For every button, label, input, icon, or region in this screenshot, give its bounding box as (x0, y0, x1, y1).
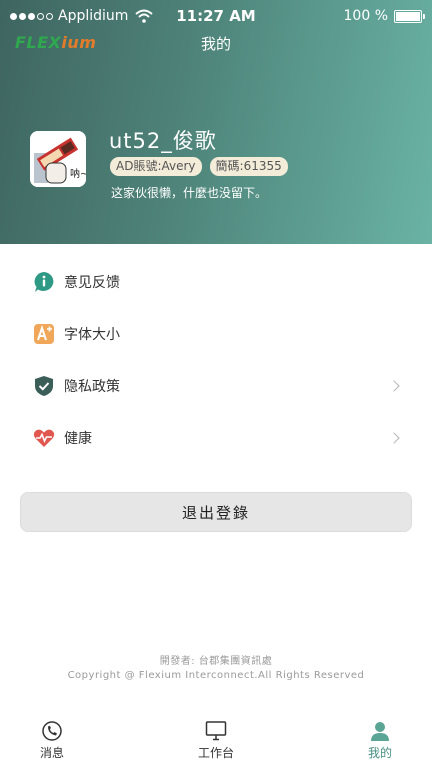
menu-label-font-size: 字体大小 (64, 327, 120, 343)
person-icon (371, 722, 389, 741)
menu-item-health[interactable]: 健康 (0, 412, 432, 464)
username: ut52_俊歌 (109, 129, 217, 153)
battery-icon (394, 9, 425, 23)
avatar-image: 呐~ (30, 131, 86, 187)
page-title: 我的 (200, 35, 231, 53)
font-size-icon (33, 323, 55, 345)
svg-text:呐~: 呐~ (70, 167, 86, 180)
tab-workbench[interactable]: 工作台 (164, 710, 268, 768)
tab-mine[interactable]: 我的 (328, 710, 432, 768)
battery-info: 100 % (343, 8, 425, 24)
tab-label-workbench: 工作台 (197, 746, 234, 760)
menu-label-feedback: 意见反馈 (64, 275, 120, 291)
chevron-right-icon (388, 432, 400, 444)
tab-bar: 消息 工作台 我的 (0, 710, 432, 768)
battery-percent: 100 % (343, 8, 388, 24)
menu-item-font-size[interactable]: 字体大小 (0, 308, 432, 360)
logout-button[interactable]: 退出登錄 (20, 492, 412, 532)
monitor-icon (205, 721, 227, 741)
heart-pulse-icon (33, 427, 55, 449)
user-bio: 这家伙很懒，什麼也没留下。 (111, 186, 268, 200)
tab-label-mine: 我的 (367, 746, 392, 760)
status-bar: Applidium 11:27 AM 100 % (0, 0, 432, 32)
chevron-right-icon (388, 380, 400, 392)
chat-icon (42, 721, 62, 741)
menu-item-privacy[interactable]: 隐私政策 (0, 360, 432, 412)
feedback-icon (33, 271, 55, 293)
menu-label-privacy: 隐私政策 (64, 379, 120, 395)
menu-item-feedback[interactable]: 意见反馈 (0, 256, 432, 308)
footer: 開發者: 台郡集團資訊處 Copyright @ Flexium Interco… (0, 655, 432, 683)
shield-icon (33, 375, 55, 397)
ad-account-badge: AD賬號:Avery (110, 157, 202, 176)
avatar[interactable]: 呐~ (30, 131, 86, 187)
profile-header: Applidium 11:27 AM 100 % FLEXium 我的 呐~ u… (0, 0, 432, 244)
tab-label-messages: 消息 (39, 746, 64, 760)
settings-menu: 意见反馈 字体大小 隐私政策 健康 (0, 256, 432, 464)
developer-credit: 開發者: 台郡集團資訊處 (159, 656, 273, 667)
short-code-badge: 簡碼:61355 (209, 157, 288, 176)
tab-messages[interactable]: 消息 (0, 710, 104, 768)
user-tags: AD賬號:Avery 簡碼:61355 (110, 157, 288, 176)
menu-label-health: 健康 (64, 431, 92, 447)
copyright-text: Copyright @ Flexium Interconnect.All Rig… (67, 670, 365, 681)
